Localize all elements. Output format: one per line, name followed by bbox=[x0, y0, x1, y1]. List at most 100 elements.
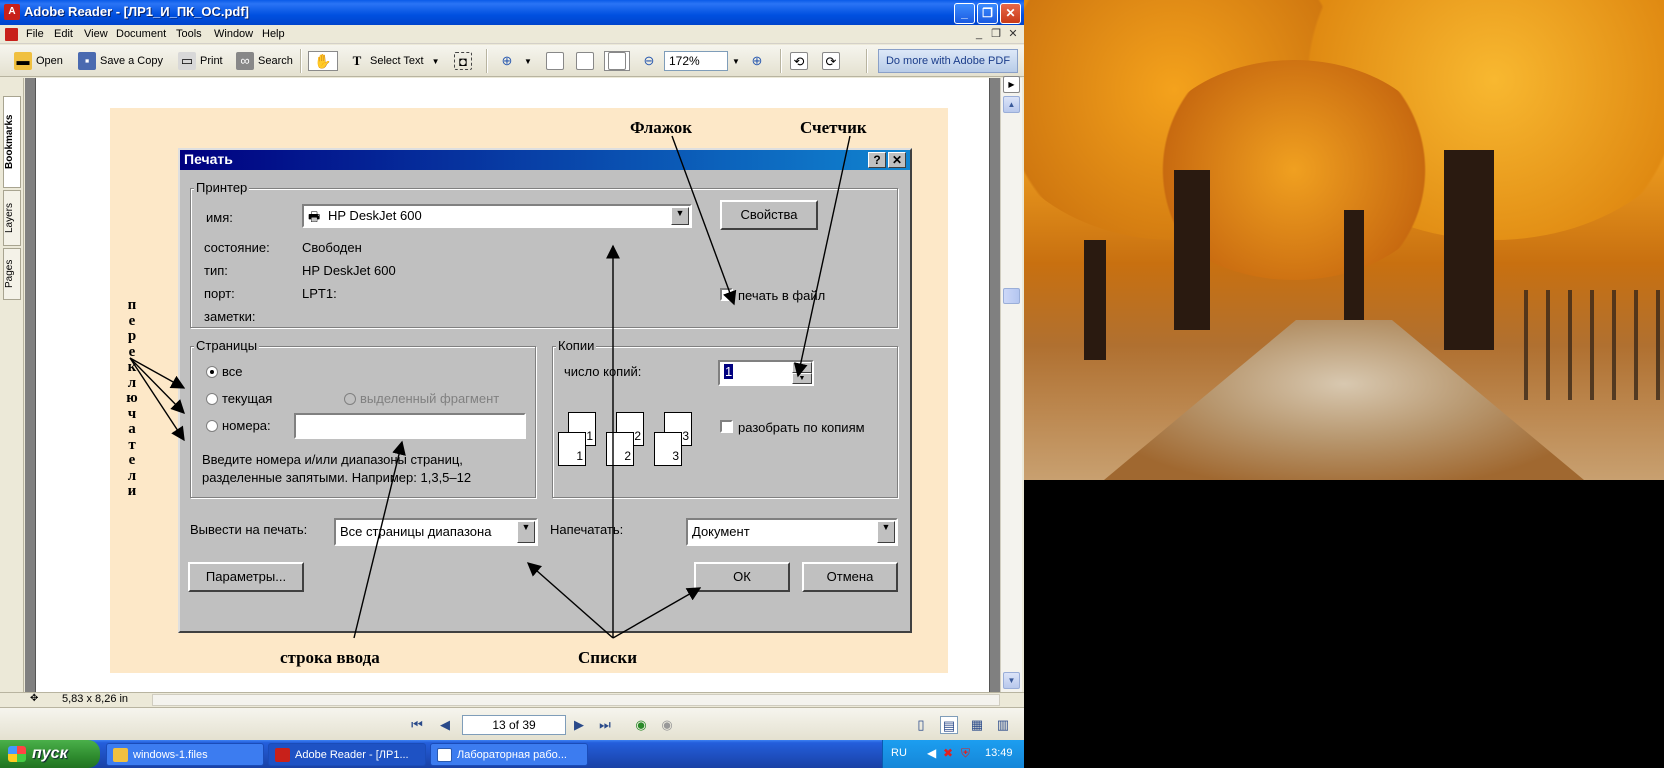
fit-page-icon bbox=[576, 52, 594, 70]
taskbar: пуск windows-1.files Adobe Reader - [ЛР1… bbox=[0, 740, 1024, 768]
scroll-down-icon[interactable]: ▼ bbox=[1003, 672, 1020, 689]
adobe-promo-button[interactable]: Do more with Adobe PDF bbox=[878, 49, 1018, 73]
select-text-button[interactable]: T Select Text ▼ bbox=[348, 51, 440, 71]
tab-bookmarks[interactable]: Bookmarks bbox=[3, 96, 21, 188]
task-word-label: Лабораторная рабо... bbox=[457, 749, 567, 761]
fit-width-button[interactable] bbox=[604, 51, 630, 71]
tab-layers[interactable]: Layers bbox=[3, 190, 21, 246]
task-folder-label: windows-1.files bbox=[133, 749, 208, 761]
hand-tool-button[interactable]: ✋ bbox=[308, 51, 338, 71]
adobe-reader-window: A Adobe Reader - [ЛР1_И_ПК_ОС.pdf] _ ❐ ✕… bbox=[0, 0, 1024, 740]
horizontal-scrollbar[interactable] bbox=[152, 694, 1000, 706]
windows-logo-icon bbox=[8, 746, 26, 762]
zoom-in-tool-button[interactable]: ⊕ ▼ bbox=[498, 51, 532, 71]
move-icon[interactable]: ✥ bbox=[30, 693, 38, 704]
menu-help[interactable]: Help bbox=[262, 28, 285, 40]
menu-document[interactable]: Document bbox=[116, 28, 166, 40]
rotate-cw-button[interactable]: ⟳ bbox=[822, 51, 844, 71]
task-folder[interactable]: windows-1.files bbox=[106, 743, 264, 766]
text-cursor-icon: T bbox=[352, 53, 362, 68]
menu-window[interactable]: Window bbox=[214, 28, 253, 40]
binoculars-icon: ∞ bbox=[236, 52, 254, 70]
status-bar: ✥ 5,83 x 8,26 in bbox=[0, 692, 1024, 706]
chevron-down-icon[interactable]: ▼ bbox=[524, 57, 532, 66]
pdf-page: Флажок Счетчик строка ввода Списки перек… bbox=[35, 78, 990, 692]
close-button[interactable]: ✕ bbox=[1000, 3, 1021, 24]
last-page-icon[interactable]: ⏭ bbox=[596, 716, 614, 734]
shield-icon[interactable]: ⛨ bbox=[961, 746, 970, 761]
actual-size-button[interactable] bbox=[546, 51, 568, 71]
save-copy-button[interactable]: ▪ Save a Copy bbox=[78, 51, 163, 71]
hand-icon: ✋ bbox=[314, 52, 332, 69]
chevron-down-icon[interactable]: ▼ bbox=[732, 57, 740, 66]
first-page-icon[interactable]: ⏮ bbox=[408, 716, 426, 734]
wallpaper-image bbox=[1024, 0, 1664, 480]
vertical-scrollbar[interactable]: ▶ ▲ ▼ bbox=[1000, 76, 1022, 692]
adobe-reader-icon: A bbox=[4, 4, 20, 20]
document-icon[interactable] bbox=[5, 28, 18, 41]
chevron-down-icon[interactable]: ▼ bbox=[432, 57, 440, 66]
page-icon bbox=[546, 52, 564, 70]
navigation-pane: Bookmarks Layers Pages bbox=[0, 78, 24, 700]
print-label: Print bbox=[200, 55, 223, 67]
zoom-input[interactable]: 172% bbox=[664, 51, 728, 71]
task-adobe-reader[interactable]: Adobe Reader - [ЛР1... bbox=[268, 743, 426, 766]
adobe-reader-icon bbox=[275, 748, 290, 762]
menu-edit[interactable]: Edit bbox=[54, 28, 73, 40]
plus-circle-icon: ⊕ bbox=[751, 53, 763, 68]
menu-file[interactable]: File bbox=[26, 28, 44, 40]
rotate-icon: ⟲ bbox=[790, 52, 808, 70]
language-indicator[interactable]: RU bbox=[891, 747, 907, 759]
window-titlebar[interactable]: A Adobe Reader - [ЛР1_И_ПК_ОС.pdf] _ ❐ ✕ bbox=[0, 0, 1024, 25]
camera-icon: ◘ bbox=[454, 52, 472, 70]
scroll-up-icon[interactable]: ▲ bbox=[1003, 96, 1020, 113]
continuous-facing-icon[interactable]: ▥ bbox=[994, 716, 1012, 734]
doc-minimize-icon[interactable]: _ bbox=[972, 28, 986, 41]
menu-tools[interactable]: Tools bbox=[176, 28, 202, 40]
next-page-icon[interactable]: ▶ bbox=[570, 716, 588, 734]
doc-restore-icon[interactable]: ❐ bbox=[989, 28, 1003, 41]
continuous-page-icon[interactable]: ▤ bbox=[940, 716, 958, 734]
doc-close-icon[interactable]: ✕ bbox=[1006, 28, 1020, 41]
rotate-button[interactable]: ⟲ bbox=[790, 51, 812, 71]
task-word[interactable]: Лабораторная рабо... bbox=[430, 743, 588, 766]
nav-arrow-icon[interactable]: ▶ bbox=[1003, 76, 1020, 93]
search-button[interactable]: ∞ Search bbox=[236, 51, 293, 71]
scroll-thumb[interactable] bbox=[1003, 288, 1020, 304]
arrow-to-print-what bbox=[612, 587, 702, 639]
maximize-button[interactable]: ❐ bbox=[977, 3, 998, 24]
print-button[interactable]: ▭ Print bbox=[178, 51, 223, 71]
zoom-out-button[interactable]: ⊖ bbox=[640, 51, 662, 71]
tab-pages[interactable]: Pages bbox=[3, 248, 21, 300]
antivirus-icon[interactable]: ✖ bbox=[943, 746, 953, 760]
facing-pages-icon[interactable]: ▦ bbox=[968, 716, 986, 734]
magnifier-icon: ⊕ bbox=[501, 53, 513, 68]
start-button[interactable]: пуск bbox=[0, 740, 100, 768]
tray-expand-icon[interactable]: ◀ bbox=[927, 746, 936, 760]
fit-page-button[interactable] bbox=[576, 51, 598, 71]
arrow-to-print-range bbox=[526, 562, 614, 639]
snapshot-button[interactable]: ◘ bbox=[454, 51, 476, 71]
arrow-to-counter bbox=[793, 135, 851, 378]
window-title: Adobe Reader - [ЛР1_И_ПК_ОС.pdf] bbox=[24, 4, 249, 19]
previous-page-icon[interactable]: ◀ bbox=[436, 716, 454, 734]
page-number-input[interactable]: 13 of 39 bbox=[462, 715, 566, 735]
minus-circle-icon: ⊖ bbox=[643, 53, 655, 68]
menu-view[interactable]: View bbox=[84, 28, 108, 40]
fit-width-icon bbox=[608, 52, 626, 70]
menu-bar: File Edit View Document Tools Window Hel… bbox=[0, 25, 1024, 44]
disk-icon: ▪ bbox=[78, 52, 96, 70]
arrow-to-radio-current bbox=[129, 357, 185, 414]
next-view-icon[interactable]: ◉ bbox=[658, 716, 676, 734]
zoom-in-button[interactable]: ⊕ bbox=[748, 51, 770, 71]
arrow-to-radio-pages bbox=[129, 357, 185, 442]
open-button[interactable]: ▬ Open bbox=[14, 51, 63, 71]
rotate-cw-icon: ⟳ bbox=[822, 52, 840, 70]
word-icon bbox=[437, 748, 452, 762]
single-page-icon[interactable]: ▯ bbox=[912, 716, 930, 734]
previous-view-icon[interactable]: ◉ bbox=[632, 716, 650, 734]
arrow-to-radio-all bbox=[129, 357, 186, 389]
document-viewport[interactable]: Флажок Счетчик строка ввода Списки перек… bbox=[25, 78, 1000, 692]
page-navigation-bar: ⏮ ◀ 13 of 39 ▶ ⏭ ◉ ◉ ▯ ▤ ▦ ▥ bbox=[0, 707, 1024, 740]
minimize-button[interactable]: _ bbox=[954, 3, 975, 24]
